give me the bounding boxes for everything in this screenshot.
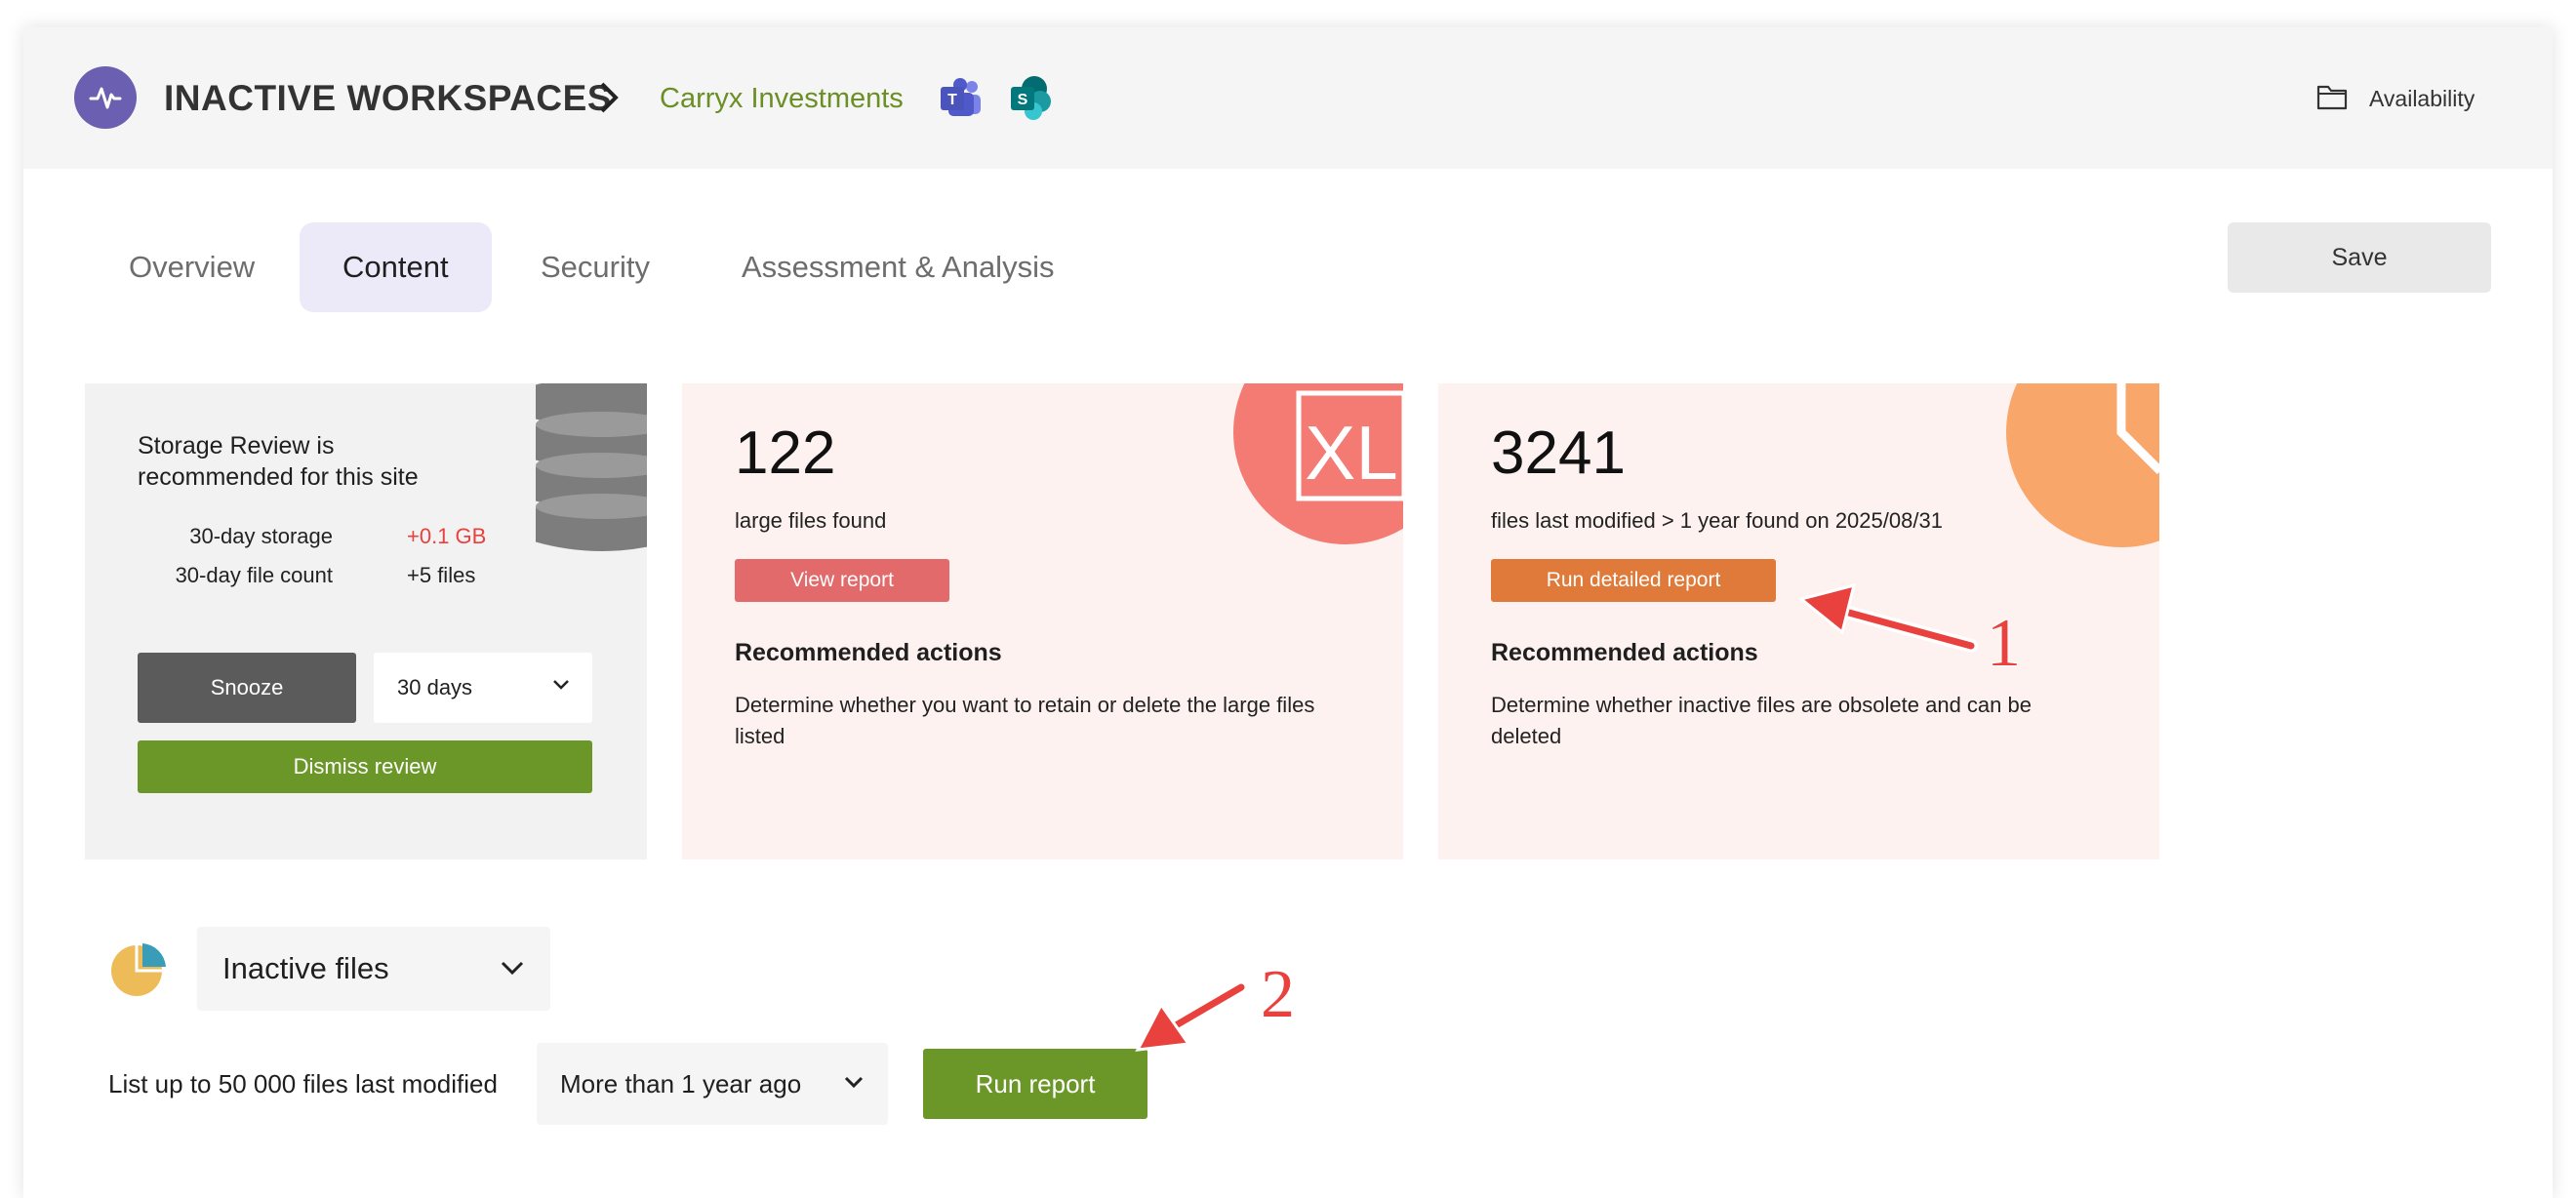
chevron-right-icon: [600, 82, 619, 113]
tab-content[interactable]: Content: [300, 222, 492, 312]
availability-link[interactable]: Availability: [2369, 86, 2475, 112]
run-report-button[interactable]: Run report: [923, 1049, 1147, 1119]
storage-review-card: Storage Review is recommended for this s…: [85, 383, 647, 859]
storage-value: +0.1 GB: [407, 524, 487, 548]
list-files-label: List up to 50 000 files last modified: [108, 1069, 498, 1098]
tab-security[interactable]: Security: [498, 222, 693, 312]
tab-assessment-analysis[interactable]: Assessment & Analysis: [699, 222, 1097, 312]
report-type-select[interactable]: Inactive files: [197, 927, 550, 1011]
xl-file-icon: XL: [1233, 383, 1403, 544]
run-detailed-report-button[interactable]: Run detailed report: [1491, 559, 1776, 602]
pie-chart-icon: [111, 943, 166, 996]
sharepoint-icon[interactable]: S: [1009, 75, 1054, 122]
page-title: INACTIVE WORKSPACES: [164, 78, 613, 118]
inactive-rec-title: Recommended actions: [1491, 639, 1758, 666]
large-files-rec-title: Recommended actions: [735, 639, 1002, 666]
chevron-down-icon: [501, 961, 524, 976]
site-name-link[interactable]: Carryx Investments: [660, 83, 904, 115]
svg-text:S: S: [1018, 92, 1028, 108]
activity-pulse-icon: [74, 66, 137, 129]
dismiss-review-button[interactable]: Dismiss review: [138, 740, 592, 793]
filecount-value: +5 files: [407, 563, 476, 587]
storage-label: 30-day storage: [189, 524, 333, 548]
report-type-value: Inactive files: [222, 951, 389, 985]
snooze-duration-select[interactable]: 30 days: [374, 653, 592, 723]
page-header: INACTIVE WORKSPACES Carryx Investments T…: [23, 27, 2553, 169]
tab-overview[interactable]: Overview: [86, 222, 298, 312]
inactive-files-count: 3241: [1491, 419, 1626, 487]
chevron-down-icon: [553, 680, 569, 690]
snooze-button[interactable]: Snooze: [138, 653, 356, 723]
database-icon: [534, 383, 647, 555]
inactive-files-card: 3241 files last modified > 1 year found …: [1438, 383, 2159, 859]
svg-text:T: T: [947, 92, 957, 108]
age-filter-select[interactable]: More than 1 year ago: [537, 1043, 888, 1125]
large-files-description: large files found: [735, 508, 887, 533]
age-filter-value: More than 1 year ago: [560, 1068, 802, 1098]
inactive-files-description: files last modified > 1 year found on 20…: [1491, 508, 1943, 533]
large-files-card: XL 122 large files found View report Rec…: [682, 383, 1403, 859]
large-files-rec-text: Determine whether you want to retain or …: [735, 693, 1315, 748]
folder-icon[interactable]: [2316, 83, 2348, 110]
inactive-rec-text: Determine whether inactive files are obs…: [1491, 693, 2032, 748]
annotation-label-1: 1: [1986, 605, 2022, 682]
large-files-count: 122: [735, 419, 836, 487]
chevron-down-icon: [844, 1076, 864, 1089]
xl-icon-text: XL: [1305, 410, 1397, 496]
filecount-label: 30-day file count: [175, 563, 333, 587]
annotation-label-2: 2: [1260, 956, 1296, 1033]
save-button[interactable]: Save: [2228, 222, 2491, 293]
teams-icon[interactable]: T: [939, 77, 984, 120]
snooze-duration-value: 30 days: [397, 675, 473, 699]
storage-review-title: Storage Review is recommended for this s…: [138, 432, 419, 491]
view-report-button[interactable]: View report: [735, 559, 949, 602]
clock-icon: [2006, 383, 2159, 547]
